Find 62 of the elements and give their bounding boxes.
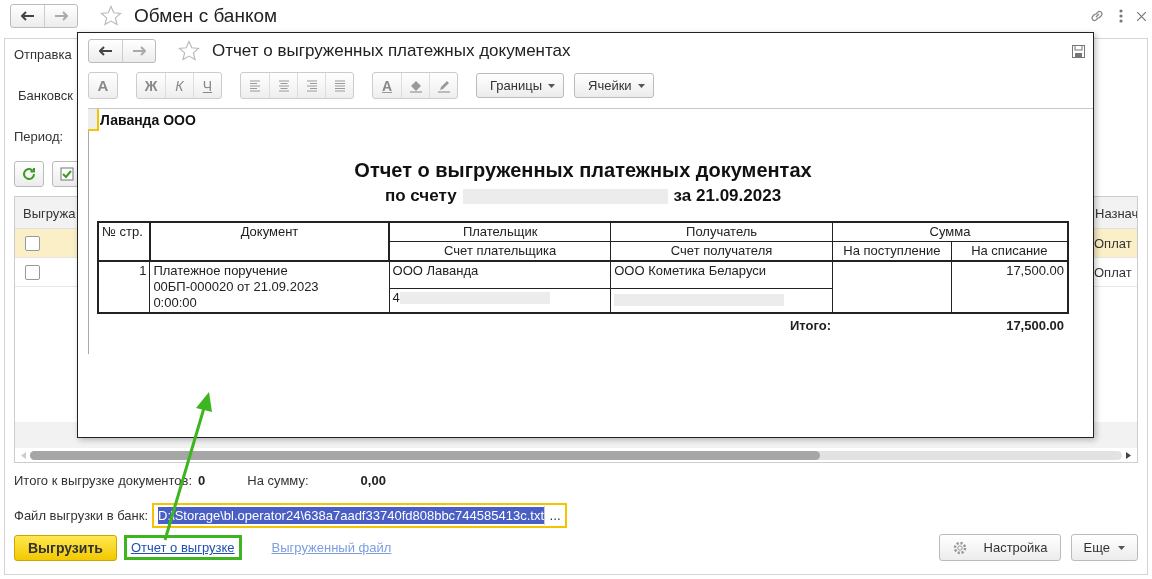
arrow-left-icon — [20, 11, 35, 21]
report-subtitle: по счету — [384, 186, 457, 206]
refresh-icon — [22, 167, 36, 181]
total-label: Итого: — [789, 318, 831, 333]
window-title: Отчет о выгруженных платежных документах — [212, 41, 572, 61]
checkbox[interactable] — [25, 235, 40, 251]
upload-button[interactable]: Выгрузить — [14, 534, 117, 561]
cells-menu-button[interactable]: Ячейки — [574, 73, 654, 98]
more-icon[interactable] — [1119, 9, 1123, 23]
borders-menu-button[interactable]: Границы — [476, 73, 564, 98]
column-header: Плательщик — [389, 222, 611, 242]
scroll-left-icon[interactable] — [21, 451, 26, 459]
field-label: Файл выгрузки в банк: — [14, 508, 149, 523]
column-header: Получатель — [610, 222, 833, 242]
caret-icon — [1118, 545, 1125, 550]
window-title: Обмен с банком — [134, 5, 279, 27]
align-icon — [334, 79, 345, 92]
gear-icon — [952, 539, 969, 556]
column-header: № стр. — [98, 222, 150, 261]
align-icon — [278, 79, 289, 92]
scroll-right-icon[interactable] — [1126, 451, 1131, 459]
table-cell: Платежное поручение 00БП-000020 от 21.09.2023 0:00:00 — [149, 261, 390, 313]
table-cell: ООО Кометика Беларуси — [610, 261, 833, 289]
close-icon[interactable] — [1137, 11, 1146, 21]
settings-button[interactable]: Настройка — [939, 534, 1061, 561]
pen-icon — [436, 78, 451, 93]
arrow-left-icon — [98, 46, 113, 56]
field-label: Банковск — [18, 88, 74, 103]
align-icon — [306, 79, 317, 92]
arrow-right-icon — [132, 46, 146, 56]
sum-value: 0,00 — [360, 473, 386, 488]
column-header: Сумма — [832, 222, 1068, 242]
arrow-right-icon — [54, 11, 68, 21]
company-name: Лаванда ООО — [100, 112, 197, 128]
align-icon — [250, 79, 260, 92]
checkbox[interactable] — [25, 264, 40, 280]
save-icon[interactable] — [1072, 44, 1085, 58]
column-header: Документ — [149, 222, 390, 261]
total-count: 0 — [198, 473, 206, 488]
table-cell: 1 — [98, 261, 150, 313]
browse-button[interactable]: ... — [544, 506, 566, 525]
caret-icon — [548, 83, 555, 88]
star-icon[interactable] — [178, 40, 200, 62]
caret-icon — [637, 83, 645, 88]
field-label: Период: — [14, 129, 65, 144]
checkbox-icon — [60, 167, 74, 181]
table-cell: 17,500.00 — [951, 261, 1068, 313]
cell-cursor — [88, 109, 99, 131]
report-title: Отчет о выгруженных платежных документах — [353, 159, 813, 182]
table-cell-text: Оплат — [1093, 264, 1133, 280]
table-cell: ООО Лаванда — [389, 261, 611, 289]
link-icon[interactable] — [1089, 8, 1105, 24]
more-button[interactable]: Еще — [1070, 534, 1138, 561]
fill-icon — [408, 78, 423, 93]
total-value: 17,500.00 — [1005, 318, 1064, 333]
refresh-button[interactable] — [14, 161, 44, 187]
report-link[interactable]: Отчет о выгрузке — [130, 540, 235, 555]
table-cell-text: Оплат — [1093, 235, 1133, 251]
report-subtitle: за 21.09.2023 — [673, 186, 782, 206]
table-cell: 4 — [392, 289, 400, 305]
sum-label: На сумму: — [247, 473, 309, 488]
star-icon[interactable] — [100, 5, 122, 27]
